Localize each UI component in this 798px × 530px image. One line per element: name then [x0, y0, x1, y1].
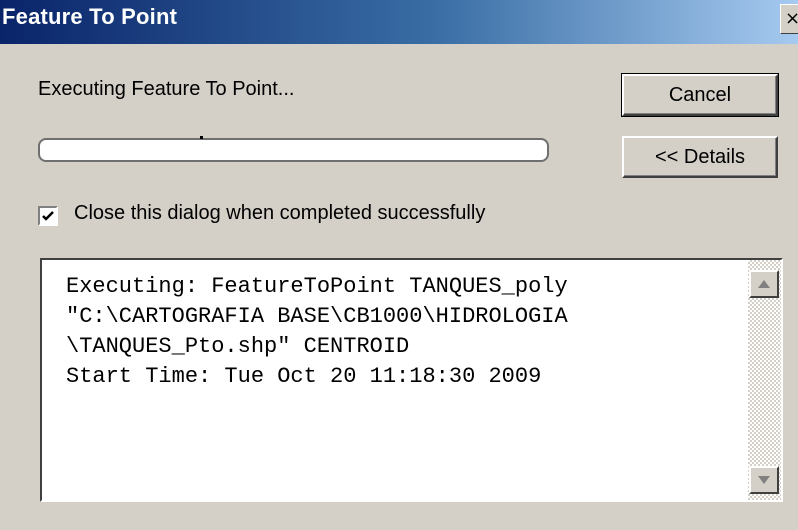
- close-on-complete-label[interactable]: Close this dialog when completed success…: [74, 202, 485, 225]
- progress-marker: [200, 136, 203, 139]
- window-title: Feature To Point: [2, 4, 178, 29]
- close-icon: ×: [785, 8, 798, 29]
- log-line: Start Time: Tue Oct 20 11:18:30 2009: [66, 364, 542, 389]
- title-bar[interactable]: Feature To Point ×: [0, 0, 798, 44]
- scroll-up-button[interactable]: [749, 270, 779, 298]
- progress-bar: [38, 136, 549, 162]
- log-line: Executing: FeatureToPoint TANQUES_poly: [66, 274, 568, 299]
- close-on-complete-checkbox[interactable]: [38, 206, 58, 226]
- cancel-button[interactable]: Cancel: [621, 73, 779, 117]
- status-message: Executing Feature To Point...: [38, 78, 295, 100]
- vertical-scrollbar[interactable]: [748, 260, 781, 500]
- log-line: "C:\CARTOGRAFIA BASE\CB1000\HIDROLOGIA: [66, 304, 568, 329]
- scroll-down-button[interactable]: [749, 466, 779, 494]
- close-button[interactable]: ×: [780, 4, 798, 34]
- checkmark-icon: [42, 211, 54, 221]
- message-log[interactable]: Executing: FeatureToPoint TANQUES_poly "C…: [40, 258, 783, 502]
- log-line: \TANQUES_Pto.shp" CENTROID: [66, 334, 410, 359]
- scroll-up-arrow-icon: [758, 280, 770, 288]
- scroll-down-arrow-icon: [758, 476, 770, 484]
- log-text: Executing: FeatureToPoint TANQUES_poly "C…: [66, 272, 746, 392]
- details-button[interactable]: << Details: [622, 136, 778, 178]
